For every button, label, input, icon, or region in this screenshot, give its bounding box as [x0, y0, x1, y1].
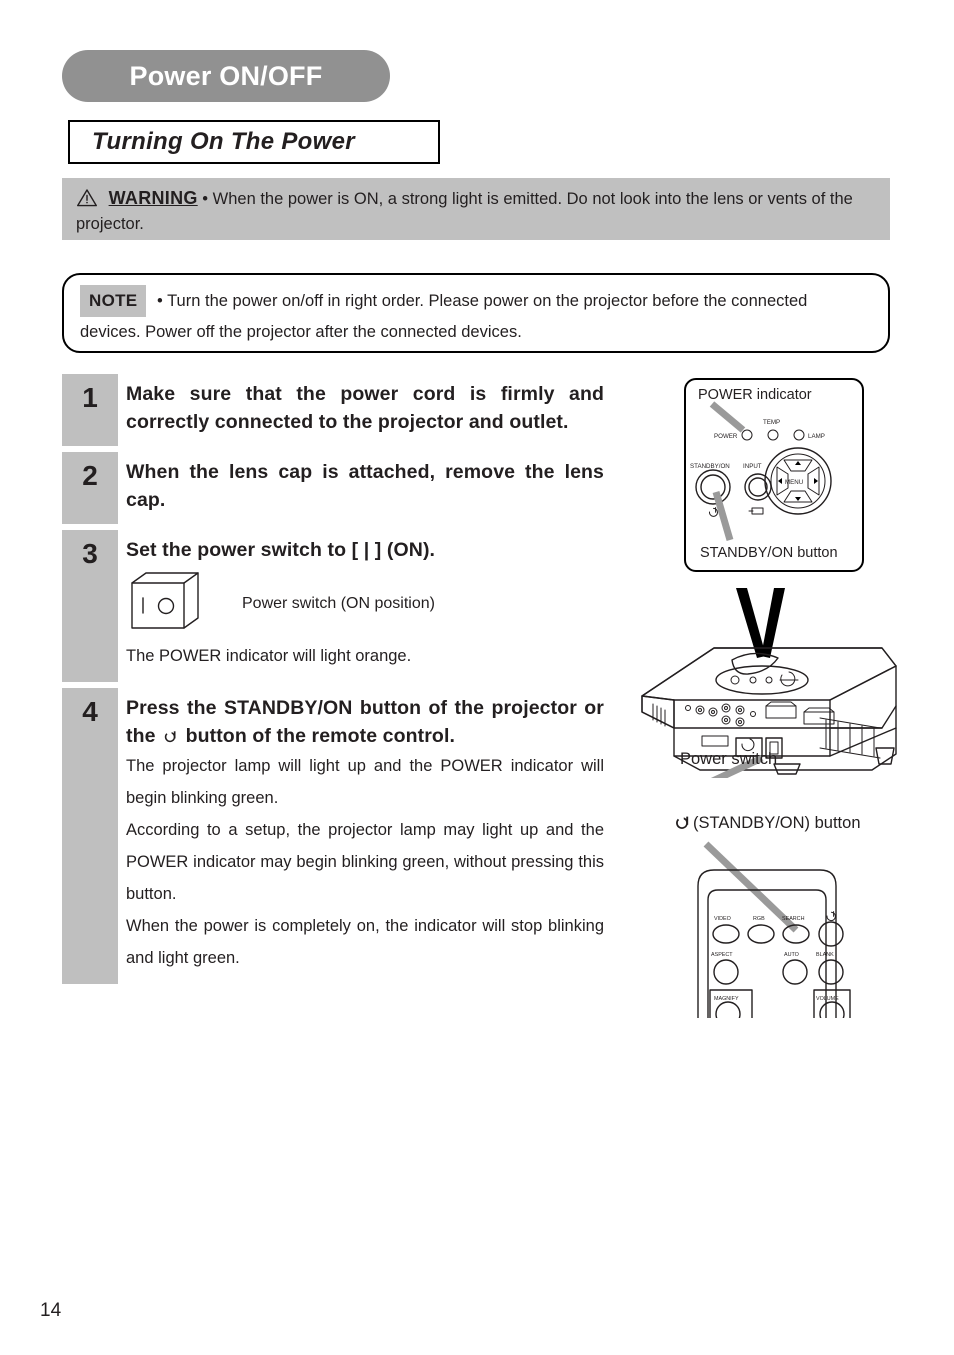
remote-label-auto: AUTO [784, 952, 799, 958]
page-banner: Power ON/OFF [62, 50, 390, 102]
step-number: 1 [82, 382, 98, 413]
callout-standby-on-button: STANDBY/ON button [700, 545, 838, 561]
step-4: 4 Press the STANDBY/ON button of the pro… [62, 688, 614, 984]
callout-power-switch: Power switch [680, 750, 778, 768]
step-number: 3 [82, 538, 98, 569]
step-heading: Set the power switch to [ | ] (ON). [126, 536, 604, 564]
note-text: • Turn the power on/off in right order. … [80, 292, 808, 341]
step-heading-pre: Set the power switch to [ [126, 539, 364, 561]
step-heading-post: button of the remote control. [180, 725, 455, 747]
steps-list: 1 Make sure that the power cord is firml… [62, 374, 614, 984]
indicator-label-temp: TEMP [763, 419, 780, 426]
step-body-text: The POWER indicator will light orange. [126, 647, 412, 665]
power-standby-icon [674, 814, 691, 831]
remote-label-magnify: MAGNIFY [714, 996, 739, 1002]
callout-remote-standby-button: (STANDBY/ON) button [672, 814, 861, 833]
power-standby-icon [163, 729, 178, 744]
note-label: NOTE [80, 285, 147, 317]
step-heading: When the lens cap is attached, remove th… [126, 461, 604, 511]
step-1: 1 Make sure that the power cord is firml… [62, 374, 614, 446]
menu-label: MENU [785, 479, 803, 486]
note-line: NOTE • Turn the power on/off in right or… [80, 285, 872, 347]
page-number: 14 [40, 1300, 62, 1321]
remote-label-rgb: RGB [753, 916, 765, 922]
step-paragraph-3: When the power is completely on, the ind… [126, 917, 604, 967]
warning-triangle-icon [76, 188, 98, 207]
step-heading: Press the STANDBY/ON button of the proje… [126, 694, 604, 750]
section-title-box: Turning On The Power [68, 120, 440, 164]
page-title: Power ON/OFF [129, 60, 323, 91]
manual-page: Power ON/OFF Turning On The Power WARNIN… [0, 0, 954, 1355]
control-panel-svg: POWER TEMP LAMP MENU STANDBY/ON INPUT [690, 401, 832, 541]
callout-power-indicator: POWER indicator [698, 387, 812, 403]
control-panel-illustration: POWER TEMP LAMP MENU STANDBY/ON INPUT [684, 378, 864, 572]
remote-label-video: VIDEO [714, 916, 731, 922]
indicator-label-lamp: LAMP [808, 433, 825, 440]
button-label-input: INPUT [743, 463, 762, 470]
step-body: Set the power switch to [ | ] (ON). Powe… [118, 530, 614, 682]
step-paragraph-1: The projector lamp will light up and the… [126, 757, 604, 807]
power-switch-figure: Power switch (ON position) [126, 570, 604, 638]
power-switch-illustration-icon [126, 570, 214, 638]
remote-svg: VIDEO RGB SEARCH ASPECT AUTO BLANK MAGNI… [697, 841, 851, 1018]
step-2: 2 When the lens cap is attached, remove … [62, 452, 614, 524]
step-body: Press the STANDBY/ON button of the proje… [118, 688, 614, 984]
note-callout: NOTE • Turn the power on/off in right or… [62, 273, 890, 353]
step-number: 4 [82, 696, 98, 727]
step-body: Make sure that the power cord is firmly … [118, 374, 614, 446]
button-label-standby-on: STANDBY/ON [690, 463, 730, 470]
remote-label-aspect: ASPECT [711, 952, 733, 958]
step-number: 2 [82, 460, 98, 491]
remote-label-blank: BLANK [816, 952, 834, 958]
warning-line: WARNING • When the power is ON, a strong… [76, 186, 876, 237]
step-paragraph-2: According to a setup, the projector lamp… [126, 821, 604, 903]
step-body: When the lens cap is attached, remove th… [118, 452, 614, 524]
input-symbol-icon [748, 507, 764, 515]
power-switch-caption: Power switch (ON position) [242, 595, 435, 612]
warning-label: WARNING [108, 188, 198, 208]
remote-label-search: SEARCH [782, 916, 805, 922]
warning-callout: WARNING • When the power is ON, a strong… [62, 178, 890, 240]
step-3: 3 Set the power switch to [ | ] (ON). Po… [62, 530, 614, 682]
callout-remote-text: (STANDBY/ON) button [693, 814, 861, 832]
standby-power-symbol-icon [709, 507, 718, 517]
remote-control-illustration: VIDEO RGB SEARCH ASPECT AUTO BLANK MAGNI… [664, 838, 904, 1018]
indicator-label-power: POWER [714, 433, 738, 440]
step-heading-post: ] (ON). [369, 539, 436, 561]
remote-label-volume: VOLUME [816, 996, 839, 1002]
step-heading: Make sure that the power cord is firmly … [126, 383, 604, 433]
section-title: Turning On The Power [92, 128, 355, 155]
remote-power-symbol-icon [826, 911, 836, 922]
